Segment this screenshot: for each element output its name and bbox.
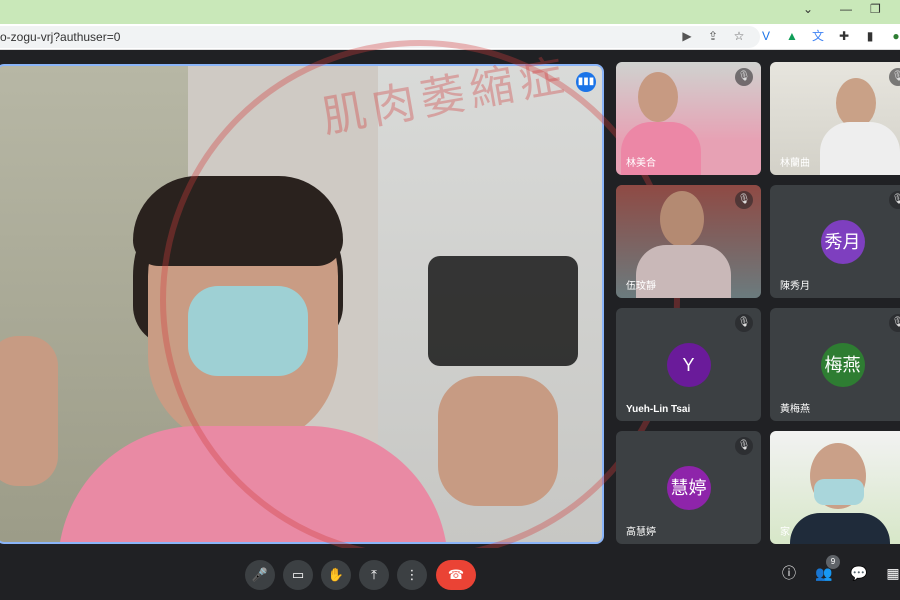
participant-avatar: 梅燕	[820, 342, 865, 387]
browser-title-bar: ⌄ — ❐	[0, 0, 900, 24]
speaker-hair-top	[133, 176, 343, 266]
participant-name: 陳秀月	[780, 281, 810, 292]
participant-name: 林蘭曲	[780, 158, 810, 169]
mic-off-icon: 🎙	[735, 68, 753, 86]
participant-name: 林美合	[626, 158, 656, 169]
participant-tile-7[interactable]: 慧婷 🎙 高慧婷	[616, 431, 761, 544]
participant-tile-4[interactable]: 秀月 🎙 陳秀月	[770, 185, 900, 298]
participant-face	[836, 78, 876, 128]
participant-tile-5[interactable]: Y 🎙 Yueh-Lin Tsai	[616, 308, 761, 421]
chat-icon[interactable]: 💬	[848, 562, 870, 584]
participant-name: 高慧婷	[626, 527, 656, 538]
end-call-button[interactable]: ☎	[436, 560, 476, 590]
speaker-left-hand	[0, 336, 58, 486]
present-screen-button[interactable]: ⤒	[359, 560, 389, 590]
speaker-right-hand	[438, 376, 558, 506]
participant-avatar: Y	[666, 342, 711, 387]
meeting-details-icon[interactable]: ⓘ	[778, 562, 800, 584]
participant-face	[638, 72, 678, 122]
mic-off-icon: 🎙	[735, 191, 753, 209]
participant-avatar: 慧婷	[666, 465, 711, 510]
participant-name: 家	[780, 527, 790, 538]
participant-tile-1[interactable]: 🎙 林美合	[616, 62, 761, 175]
participant-count-badge: 9	[826, 555, 840, 569]
restore-icon[interactable]: ❐	[870, 2, 881, 16]
activities-icon[interactable]: ▦	[882, 562, 900, 584]
mic-off-icon: 🎙	[735, 314, 753, 332]
participant-mask	[814, 479, 864, 505]
vimeo-extension-icon[interactable]: V	[758, 27, 774, 45]
mic-off-icon: 🎙	[889, 314, 900, 332]
meeting-controls-bar: 🎤 ▭ ✋ ⤒ ⋮ ☎ ⓘ 👥 9 💬 ▦	[0, 548, 900, 600]
url-field[interactable]: o-zogu-vrj?authuser=0	[0, 26, 760, 48]
participant-name: Yueh-Lin Tsai	[626, 404, 691, 415]
camera-permission-icon[interactable]: ▶	[680, 27, 694, 45]
participant-tile-8[interactable]: 家	[770, 431, 900, 544]
translate-extension-icon[interactable]: 文	[810, 27, 826, 45]
puzzle-extensions-icon[interactable]: ✚	[836, 27, 852, 45]
minimize-icon[interactable]: —	[840, 2, 852, 16]
more-options-button[interactable]: ⋮	[397, 560, 427, 590]
participant-tile-3[interactable]: 🎙 伍玟靜	[616, 185, 761, 298]
url-text: o-zogu-vrj?authuser=0	[0, 30, 121, 44]
participant-tile-2[interactable]: 🎙 林蘭曲	[770, 62, 900, 175]
participant-face	[660, 191, 704, 247]
bookmark-star-icon[interactable]: ☆	[732, 27, 746, 45]
mic-off-icon: 🎙	[889, 191, 900, 209]
drive-extension-icon[interactable]: ▲	[784, 27, 800, 45]
main-speaker-tile[interactable]: ▮▮▮	[0, 64, 604, 544]
chevron-down-icon[interactable]: ⌄	[803, 2, 813, 16]
participant-shirt	[790, 513, 890, 544]
participant-shirt	[820, 122, 900, 175]
speaker-mask	[188, 286, 308, 376]
participant-name: 伍玟靜	[626, 281, 656, 292]
video-object-clips	[428, 256, 578, 366]
raise-hand-button[interactable]: ✋	[321, 560, 351, 590]
mic-off-icon: 🎙	[889, 68, 900, 86]
participant-avatar: 秀月	[820, 219, 865, 264]
microphone-button[interactable]: 🎤	[245, 560, 275, 590]
side-panel-icon[interactable]: ▮	[862, 27, 878, 45]
speaking-indicator-icon: ▮▮▮	[576, 72, 596, 92]
profile-avatar-icon[interactable]: ●	[888, 27, 900, 45]
address-bar: o-zogu-vrj?authuser=0 ▶ ⇪ ☆ V ▲ 文 ✚ ▮ ●	[0, 24, 900, 50]
share-icon[interactable]: ⇪	[706, 27, 720, 45]
participant-tile-6[interactable]: 梅燕 🎙 黃梅燕	[770, 308, 900, 421]
participant-name: 黃梅燕	[780, 404, 810, 415]
camera-button[interactable]: ▭	[283, 560, 313, 590]
mic-off-icon: 🎙	[735, 437, 753, 455]
